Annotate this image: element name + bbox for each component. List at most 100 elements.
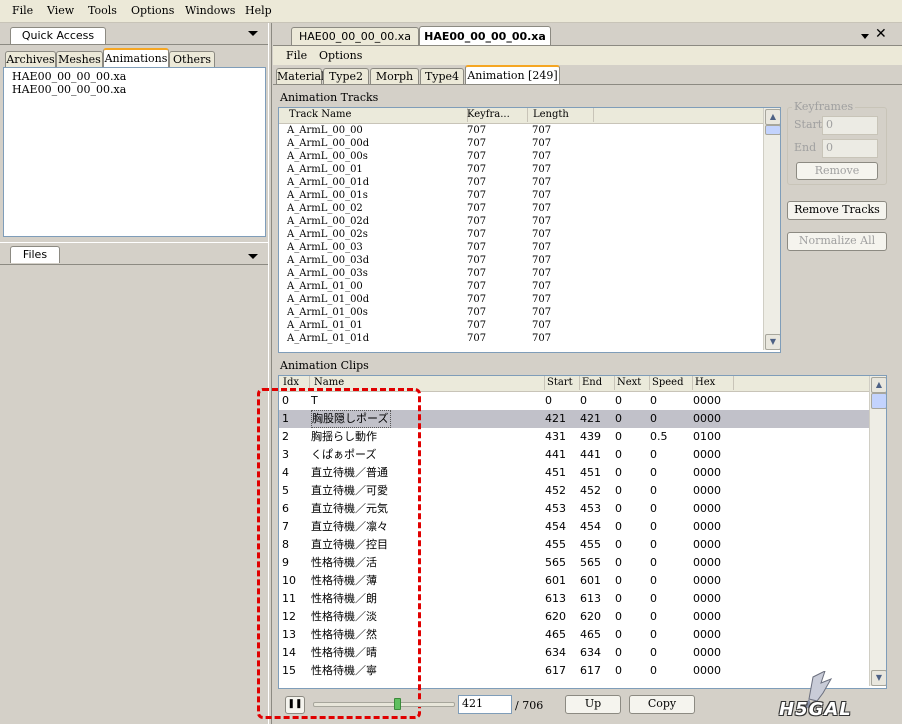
table-cell: 0 bbox=[545, 394, 552, 407]
table-cell: 601 bbox=[545, 574, 566, 587]
tab-animations[interactable]: Animations bbox=[103, 48, 169, 69]
tab-archives[interactable]: Archives bbox=[5, 51, 56, 67]
table-cell: 707 bbox=[532, 177, 552, 188]
table-row[interactable]: A_ArmL_00_01s 707 707 bbox=[279, 189, 763, 202]
tab-material[interactable]: Material bbox=[276, 68, 325, 84]
table-row[interactable]: A_ArmL_00_00s 707 707 bbox=[279, 150, 763, 163]
table-row[interactable]: A_ArmL_00_02d 707 707 bbox=[279, 215, 763, 228]
doc-tab-1[interactable]: HAE00_00_00_00.xa bbox=[291, 27, 419, 45]
menu-view[interactable]: View bbox=[47, 4, 74, 17]
table-row[interactable]: A_ArmL_01_01 707 707 bbox=[279, 319, 763, 332]
table-cell: 0 bbox=[650, 448, 657, 461]
table-cell: 0 bbox=[615, 430, 622, 443]
table-cell: A_ArmL_01_00 bbox=[287, 281, 363, 292]
table-cell: A_ArmL_00_03 bbox=[287, 242, 363, 253]
column-header-start[interactable]: Start bbox=[545, 376, 580, 390]
end-stepper[interactable]: 0 bbox=[822, 139, 878, 158]
table-row[interactable]: A_ArmL_01_00s 707 707 bbox=[279, 306, 763, 319]
doc-tab-2-active[interactable]: HAE00_00_00_00.xa bbox=[419, 26, 551, 46]
keyframes-label: Keyframes bbox=[792, 100, 856, 113]
column-header-track-name[interactable]: Track Name bbox=[279, 108, 468, 122]
chevron-down-icon[interactable] bbox=[248, 31, 258, 36]
scroll-thumb[interactable] bbox=[871, 393, 886, 409]
table-cell: A_ArmL_00_01 bbox=[287, 164, 363, 175]
table-row[interactable]: A_ArmL_00_03s 707 707 bbox=[279, 267, 763, 280]
pause-icon[interactable]: ❚❚ bbox=[285, 696, 305, 714]
table-row[interactable]: A_ArmL_01_00 707 707 bbox=[279, 280, 763, 293]
table-cell: 0 bbox=[650, 646, 657, 659]
menu-windows[interactable]: Windows bbox=[185, 4, 235, 17]
table-cell: 707 bbox=[532, 138, 552, 149]
table-cell: 0 bbox=[650, 574, 657, 587]
start-stepper[interactable]: 0 bbox=[822, 116, 878, 135]
frame-input[interactable]: 421 bbox=[458, 695, 512, 714]
menu-help[interactable]: Help bbox=[245, 4, 272, 17]
tab-morph[interactable]: Morph bbox=[370, 68, 419, 84]
list-item[interactable]: HAE00_00_00_00.xa bbox=[12, 83, 126, 96]
table-cell: 0000 bbox=[693, 646, 721, 659]
table-cell: 613 bbox=[545, 592, 566, 605]
table-cell: 451 bbox=[545, 466, 566, 479]
table-cell: 707 bbox=[532, 242, 552, 253]
table-cell: 452 bbox=[580, 484, 601, 497]
column-header-next[interactable]: Next bbox=[615, 376, 650, 390]
end-value: 0 bbox=[826, 141, 833, 154]
table-cell: 707 bbox=[532, 281, 552, 292]
table-row[interactable]: A_ArmL_00_01d 707 707 bbox=[279, 176, 763, 189]
tab-meshes[interactable]: Meshes bbox=[56, 51, 103, 67]
table-cell: 0000 bbox=[693, 610, 721, 623]
column-header-speed[interactable]: Speed bbox=[650, 376, 693, 390]
list-item[interactable]: HAE00_00_00_00.xa bbox=[12, 70, 126, 83]
table-row[interactable]: A_ArmL_00_01 707 707 bbox=[279, 163, 763, 176]
remove-button[interactable]: Remove bbox=[796, 162, 878, 180]
table-cell: 0 bbox=[650, 484, 657, 497]
tab-animation-active[interactable]: Animation [249] bbox=[465, 65, 560, 85]
clips-scrollbar[interactable]: ▲ ▼ bbox=[869, 376, 886, 686]
quick-access-title-tab[interactable]: Quick Access bbox=[10, 27, 106, 44]
table-row[interactable]: A_ArmL_00_02s 707 707 bbox=[279, 228, 763, 241]
slider-thumb[interactable] bbox=[394, 698, 401, 710]
doc-menu-file[interactable]: File bbox=[286, 49, 307, 62]
table-row[interactable]: A_ArmL_00_03 707 707 bbox=[279, 241, 763, 254]
menu-tools[interactable]: Tools bbox=[88, 4, 117, 17]
table-cell: 0 bbox=[615, 448, 622, 461]
table-cell: 455 bbox=[545, 538, 566, 551]
tracks-header: Track Name Keyfra... Length bbox=[279, 108, 763, 124]
scroll-down-icon[interactable]: ▼ bbox=[765, 334, 780, 350]
up-button[interactable]: Up bbox=[565, 695, 621, 714]
column-header-keyframes[interactable]: Keyfra... bbox=[461, 108, 528, 122]
remove-tracks-button[interactable]: Remove Tracks bbox=[787, 201, 887, 220]
table-cell: 0000 bbox=[693, 502, 721, 515]
tracks-scrollbar[interactable]: ▲ ▼ bbox=[763, 108, 780, 350]
table-cell: 634 bbox=[545, 646, 566, 659]
close-icon[interactable]: ✕ bbox=[875, 27, 887, 41]
table-row[interactable]: A_ArmL_01_00d 707 707 bbox=[279, 293, 763, 306]
copy-button[interactable]: Copy bbox=[629, 695, 695, 714]
tab-others[interactable]: Others bbox=[169, 51, 215, 67]
frame-slider[interactable] bbox=[313, 697, 455, 711]
column-header-end[interactable]: End bbox=[580, 376, 615, 390]
table-row[interactable]: A_ArmL_00_00d 707 707 bbox=[279, 137, 763, 150]
column-header-hex[interactable]: Hex bbox=[693, 376, 734, 390]
chevron-down-icon[interactable] bbox=[248, 254, 258, 259]
tab-type2[interactable]: Type2 bbox=[323, 68, 369, 84]
tab-type4[interactable]: Type4 bbox=[420, 68, 464, 84]
table-cell: 455 bbox=[580, 538, 601, 551]
table-row[interactable]: A_ArmL_01_01d 707 707 bbox=[279, 332, 763, 345]
table-row[interactable]: A_ArmL_00_00 707 707 bbox=[279, 124, 763, 137]
chevron-down-icon[interactable] bbox=[861, 34, 869, 39]
normalize-all-button[interactable]: Normalize All bbox=[787, 232, 887, 251]
scroll-thumb[interactable] bbox=[765, 125, 780, 135]
table-row[interactable]: A_ArmL_00_03d 707 707 bbox=[279, 254, 763, 267]
menu-options[interactable]: Options bbox=[131, 4, 174, 17]
animation-tracks-label: Animation Tracks bbox=[280, 91, 379, 104]
table-cell: 0000 bbox=[693, 556, 721, 569]
table-row[interactable]: A_ArmL_00_02 707 707 bbox=[279, 202, 763, 215]
menu-file[interactable]: File bbox=[12, 4, 33, 17]
table-cell: 0 bbox=[615, 610, 622, 623]
doc-menu-options[interactable]: Options bbox=[319, 49, 362, 62]
files-title-tab[interactable]: Files bbox=[10, 246, 60, 263]
scroll-up-icon[interactable]: ▲ bbox=[765, 109, 780, 125]
column-header-length[interactable]: Length bbox=[527, 108, 594, 122]
scroll-up-icon[interactable]: ▲ bbox=[871, 377, 886, 393]
